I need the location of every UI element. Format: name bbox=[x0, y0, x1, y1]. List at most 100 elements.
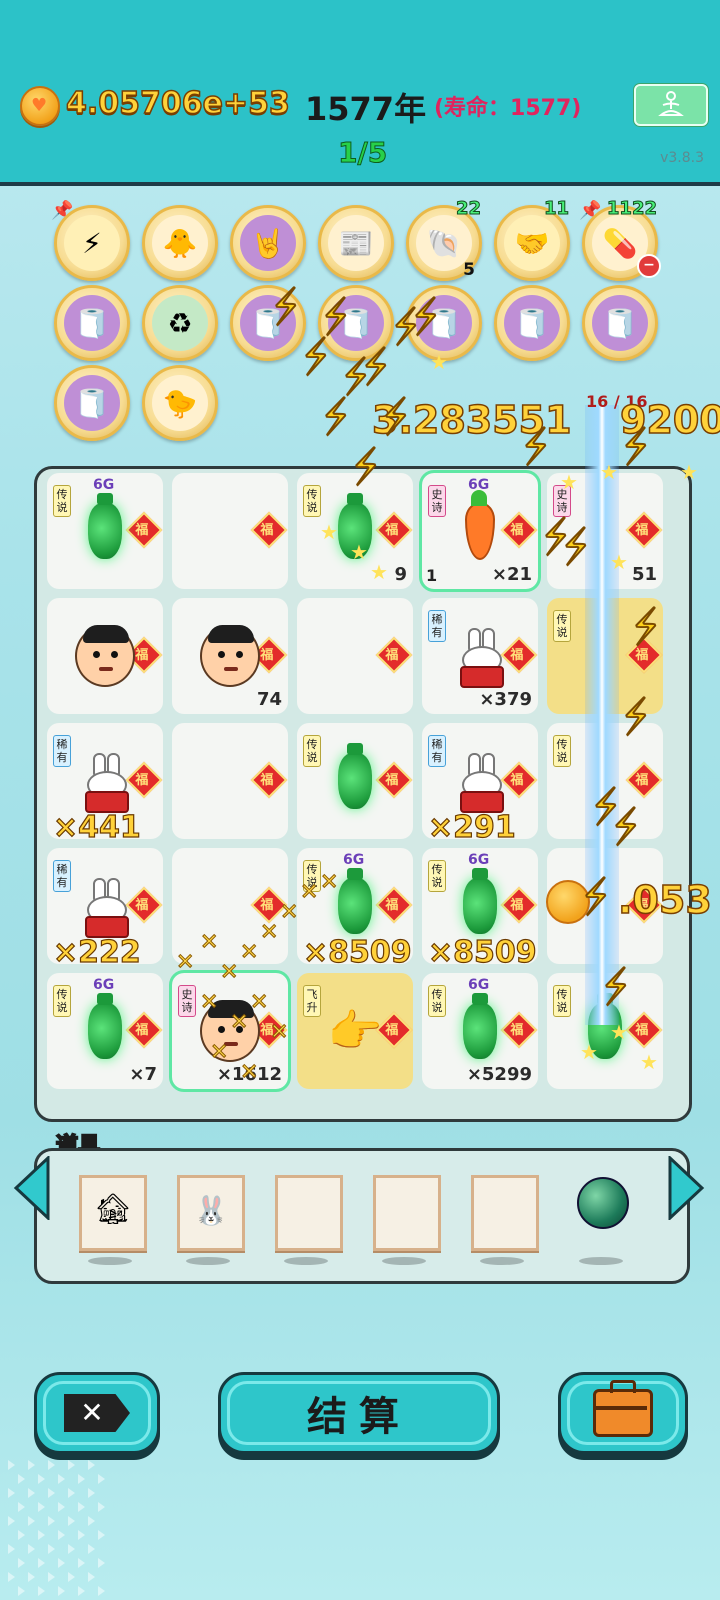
background-pattern bbox=[98, 1530, 105, 1540]
rarity-tag: 传说 bbox=[553, 735, 571, 767]
board-cell[interactable]: 福 bbox=[47, 598, 163, 714]
board-cell[interactable]: 传说 6G 福 ×7 bbox=[47, 973, 163, 1089]
buff-count: 11 bbox=[543, 198, 569, 220]
buff-slot[interactable]: 🧻 bbox=[494, 285, 570, 361]
jade-vase-icon bbox=[325, 743, 385, 815]
board-cell[interactable]: 福 74 bbox=[172, 598, 288, 714]
sparkle-star-icon: ★ bbox=[610, 550, 628, 574]
board-cell[interactable]: 稀有福 ×291 bbox=[422, 723, 538, 846]
fortune-badge-icon: 福 bbox=[250, 761, 288, 799]
item-quantity: 51 bbox=[631, 564, 657, 585]
top-bar: ♥ 4.05706e+53 1577年 (寿命：1577) 1/5 v3.8.3 bbox=[0, 0, 720, 186]
background-pattern bbox=[8, 1488, 15, 1498]
board-cell[interactable]: 福 bbox=[172, 473, 288, 589]
network-tag: 6G bbox=[468, 852, 490, 868]
buff-slot[interactable]: 🤝 11 bbox=[494, 198, 570, 281]
background-pattern bbox=[8, 1572, 15, 1582]
props-left-arrow[interactable] bbox=[12, 1154, 50, 1222]
fortune-badge-label: 福 bbox=[135, 523, 149, 539]
board-cell[interactable]: 福 bbox=[297, 598, 413, 714]
board-cell[interactable]: 稀有福 ×441 bbox=[47, 723, 163, 846]
fortune-badge-label: 福 bbox=[510, 773, 524, 789]
floating-reward-number-2: .053 bbox=[617, 877, 712, 923]
jade-vase-icon bbox=[75, 993, 135, 1065]
buff-slot[interactable]: ⚡ 📌 bbox=[51, 200, 130, 281]
hit-spark-icon: ✕ bbox=[229, 1010, 249, 1036]
fortune-badge-label: 福 bbox=[385, 648, 399, 664]
board-cell[interactable]: 传说 6G 福 ×8509 bbox=[297, 848, 413, 971]
background-pattern bbox=[48, 1544, 55, 1554]
rarity-tag: 史诗 bbox=[428, 485, 446, 517]
board-cell[interactable]: 传说 6G 福 ×5299 bbox=[422, 973, 538, 1089]
tissue-box-icon: 🧻 bbox=[64, 375, 120, 431]
board-cell[interactable]: 福 bbox=[172, 848, 288, 964]
background-pattern bbox=[38, 1586, 45, 1596]
recycle-icon: ♻ bbox=[152, 295, 208, 351]
time-magazine-icon: 📰 bbox=[328, 215, 384, 271]
board-cell[interactable]: 传说 6G 福 ×8509 bbox=[422, 848, 538, 971]
sparkle-star-icon: ★ bbox=[610, 1020, 628, 1044]
rarity-tag: 稀有 bbox=[428, 735, 446, 767]
item-quantity: ×8509 bbox=[302, 934, 412, 970]
background-pattern bbox=[28, 1488, 35, 1498]
fortune-badge-label: 福 bbox=[635, 523, 649, 539]
remove-icon[interactable]: − bbox=[637, 254, 661, 278]
buff-slot[interactable]: 🐤 bbox=[142, 365, 218, 441]
board-cell[interactable]: 飞升福 👉 bbox=[297, 973, 413, 1089]
board-cell[interactable]: 传说 6G 福 bbox=[47, 473, 163, 589]
meditate-button[interactable] bbox=[634, 84, 708, 126]
sparkle-star-icon: ★ bbox=[600, 460, 618, 484]
buff-slot[interactable]: 📰 bbox=[318, 205, 394, 281]
fortune-badge-label: 福 bbox=[135, 648, 149, 664]
stage-progress: 1/5 bbox=[337, 136, 388, 170]
buff-slot[interactable]: ♻ bbox=[142, 285, 218, 361]
hit-spark-icon: ✕ bbox=[239, 1060, 259, 1086]
background-pattern bbox=[38, 1530, 45, 1540]
empty-card-icon[interactable] bbox=[471, 1175, 539, 1251]
slot-shadow bbox=[186, 1257, 230, 1265]
buff-slot[interactable]: 🐚 22 5 bbox=[406, 198, 482, 281]
fortune-badge-label: 福 bbox=[260, 773, 274, 789]
rarity-tag: 稀有 bbox=[53, 735, 71, 767]
buff-count: 1122 bbox=[606, 198, 657, 220]
chick-icon: 🐥 bbox=[152, 215, 208, 271]
item-quantity: ×291 bbox=[427, 809, 516, 845]
windmill-card-icon[interactable]: 🏚 bbox=[79, 1175, 147, 1251]
bag-button[interactable] bbox=[558, 1372, 688, 1454]
buff-slot[interactable]: 🧻 bbox=[54, 365, 130, 441]
empty-card-icon[interactable] bbox=[373, 1175, 441, 1251]
tissue-box-icon: 🧻 bbox=[504, 295, 560, 351]
background-pattern bbox=[98, 1474, 105, 1484]
board-cell[interactable]: 传说福 bbox=[297, 723, 413, 839]
buff-slot[interactable]: 🧻 bbox=[54, 285, 130, 361]
item-quantity: ×21 bbox=[491, 564, 532, 585]
chevron-left-icon bbox=[13, 1154, 50, 1222]
rabbit-glyph: 🐰 bbox=[193, 1194, 229, 1227]
rabbit-icon bbox=[75, 872, 135, 940]
board-cell[interactable]: 稀有福 ×222 bbox=[47, 848, 163, 971]
sparkle-star-icon: ★ bbox=[370, 560, 388, 584]
board-cell[interactable]: 史诗 6G 福 ×21 1 bbox=[419, 470, 541, 592]
jade-orb-icon[interactable] bbox=[577, 1177, 629, 1229]
fortune-badge-label: 福 bbox=[260, 648, 274, 664]
hit-spark-icon: ✕ bbox=[219, 960, 239, 986]
board-cell[interactable]: 福 bbox=[172, 723, 288, 839]
background-pattern bbox=[88, 1572, 95, 1582]
buff-slot[interactable]: 🐥 bbox=[142, 205, 218, 281]
background-pattern bbox=[68, 1488, 75, 1498]
buff-slot[interactable]: 🤘 bbox=[230, 205, 306, 281]
settle-button[interactable]: 结算 bbox=[218, 1372, 500, 1454]
buff-slot[interactable]: 💊 1122 📌 − bbox=[579, 198, 661, 281]
background-pattern bbox=[78, 1586, 85, 1596]
item-quantity: 74 bbox=[256, 689, 282, 710]
fortune-badge-label: 福 bbox=[510, 898, 524, 914]
rarity-tag: 传说 bbox=[53, 485, 71, 517]
board-cell[interactable]: 稀有福 ×379 bbox=[422, 598, 538, 714]
tissue-box-icon: 🧻 bbox=[64, 295, 120, 351]
empty-card-icon[interactable] bbox=[275, 1175, 343, 1251]
buff-slot[interactable]: 🧻 bbox=[582, 285, 658, 361]
close-button[interactable]: ✕ bbox=[34, 1372, 160, 1454]
rabbit-card-icon[interactable]: 🐰 bbox=[177, 1175, 245, 1251]
props-right-arrow[interactable] bbox=[668, 1154, 706, 1222]
year-label: 1577年 bbox=[305, 90, 427, 128]
